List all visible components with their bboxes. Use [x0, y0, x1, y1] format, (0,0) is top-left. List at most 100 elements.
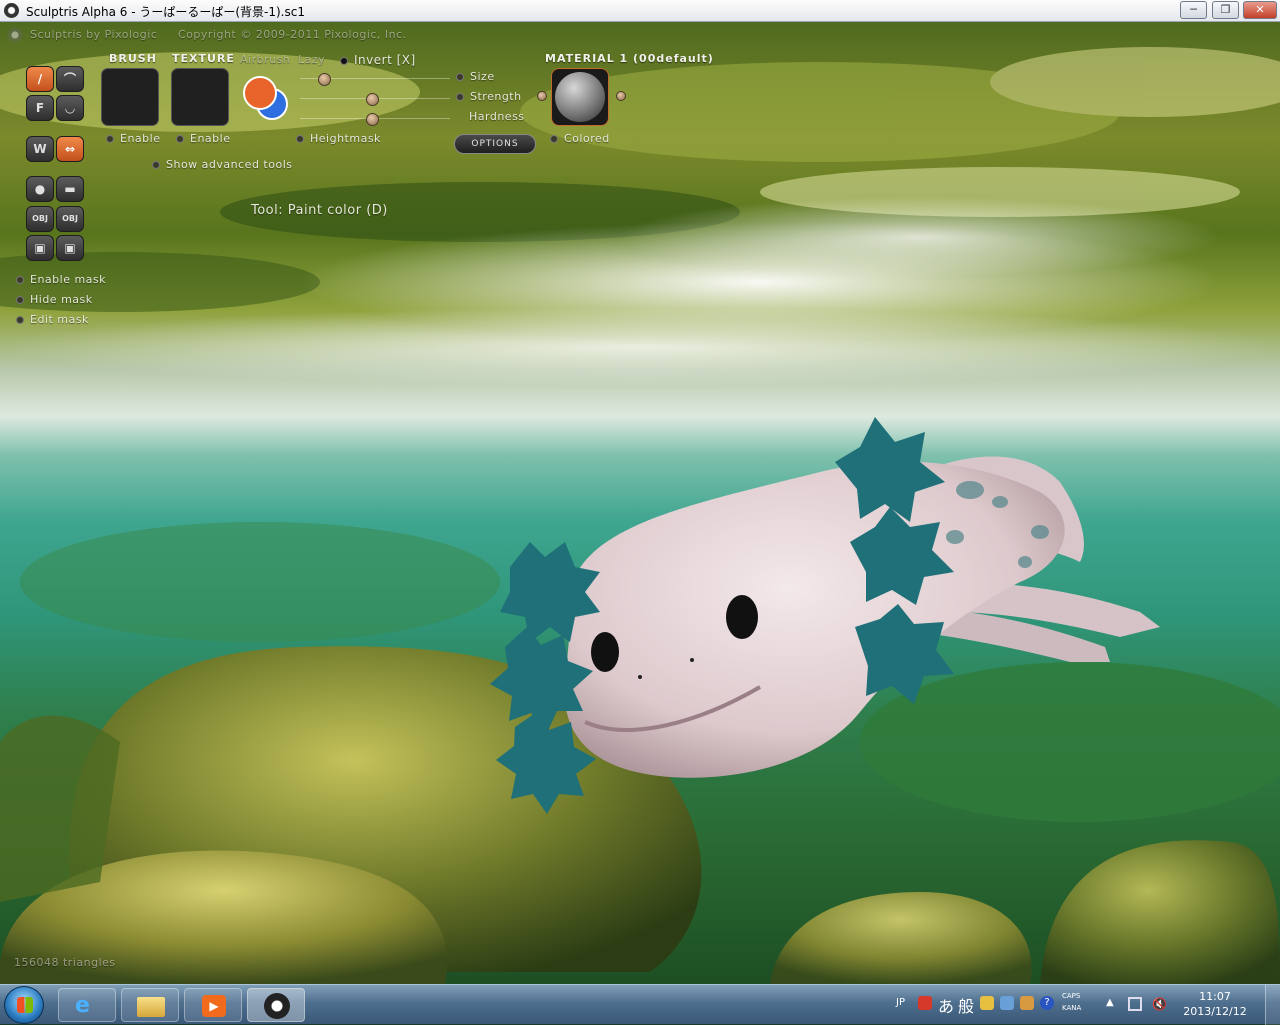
volume-muted-icon[interactable]: 🔇: [1152, 997, 1167, 1011]
ime-tools-icon[interactable]: [1020, 996, 1034, 1010]
folder-icon: [137, 997, 165, 1017]
minimize-button[interactable]: ─: [1180, 1, 1207, 19]
sculptris-app-icon: [4, 3, 19, 18]
media-player-icon: ▶: [202, 995, 226, 1017]
ime-mode-indicator[interactable]: あ: [938, 993, 954, 1017]
clock-time: 11:07: [1199, 990, 1231, 1003]
texture-slot[interactable]: [171, 68, 229, 126]
ime-input-icon[interactable]: [1000, 996, 1014, 1010]
show-advanced-tools-toggle[interactable]: Show advanced tools: [152, 158, 292, 171]
clock-date: 2013/12/12: [1183, 1005, 1247, 1018]
import-obj-button[interactable]: OBJ: [26, 206, 54, 232]
taskbar-file-explorer[interactable]: [121, 988, 179, 1022]
lazy-toggle[interactable]: Lazy: [298, 53, 325, 66]
wave-shape-icon: ◡: [65, 101, 75, 115]
internet-explorer-icon: e: [75, 993, 90, 1018]
crown-shape-icon: ⌒: [63, 72, 76, 86]
invert-toggle[interactable]: Invert [X]: [340, 53, 416, 67]
title-bar: Sculptris Alpha 6 - うーぱーるーぱー(背景-1).sc1 ─…: [0, 0, 1280, 22]
flatten-tool-button[interactable]: F: [26, 95, 54, 121]
plane-icon: ▬: [64, 182, 76, 196]
windows-logo-icon: [17, 997, 33, 1013]
radio-icon: [296, 135, 304, 143]
taskbar-sculptris[interactable]: [247, 988, 305, 1022]
sphere-tool-button[interactable]: ●: [26, 176, 54, 202]
close-button[interactable]: ✕: [1243, 1, 1277, 19]
brand-text: Sculptris by Pixologic: [30, 28, 158, 41]
triangle-count: 156048 triangles: [14, 956, 116, 969]
window-title: Sculptris Alpha 6 - うーぱーるーぱー(背景-1).sc1: [26, 5, 305, 19]
arrows-horizontal-icon: ⇔: [64, 142, 76, 156]
size-label: Size: [456, 70, 495, 83]
copyright-text: Copyright © 2009-2011 Pixologic, Inc.: [178, 28, 407, 41]
hardness-label: Hardness: [469, 110, 525, 123]
tool-status-text: Tool: Paint color (D): [251, 203, 388, 218]
sculptris-logo-icon: [6, 26, 24, 44]
sphere-icon: ●: [34, 182, 46, 196]
ime-tool-icon[interactable]: [918, 996, 932, 1010]
ime-dictionary-indicator[interactable]: 般: [958, 993, 974, 1017]
hide-mask-option[interactable]: Hide mask: [16, 293, 93, 306]
enable-mask-option[interactable]: Enable mask: [16, 273, 106, 286]
radio-icon: [550, 135, 558, 143]
open-file-button[interactable]: ▣: [26, 235, 54, 261]
kana-indicator: KANA: [1062, 1004, 1082, 1012]
heightmask-toggle[interactable]: Heightmask: [296, 132, 381, 145]
taskbar-media-player[interactable]: ▶: [184, 988, 242, 1022]
radio-icon: [176, 135, 184, 143]
zigzag-icon: W: [33, 142, 47, 156]
hardness-slider-knob[interactable]: [366, 113, 379, 126]
strength-label: Strength: [456, 90, 522, 103]
options-button[interactable]: OPTIONS: [454, 134, 536, 154]
caps-indicator: CAPS: [1062, 992, 1081, 1000]
sculptris-icon: [264, 993, 290, 1019]
symmetry-toggle-button[interactable]: ⇔: [56, 136, 84, 162]
colored-toggle[interactable]: Colored: [550, 132, 610, 145]
save-file-icon: ▣: [64, 241, 76, 255]
radio-icon: [456, 93, 464, 101]
size-slider-knob[interactable]: [318, 73, 331, 86]
brush-heading: BRUSH: [109, 52, 157, 65]
radio-icon: [16, 276, 24, 284]
texture-enable-toggle[interactable]: Enable: [176, 132, 230, 145]
brush-enable-toggle[interactable]: Enable: [106, 132, 160, 145]
network-icon[interactable]: [1128, 997, 1142, 1011]
start-button[interactable]: [4, 986, 44, 1024]
ime-pad-icon[interactable]: [980, 996, 994, 1010]
radio-icon: [16, 316, 24, 324]
brush-alpha-slot[interactable]: [101, 68, 159, 126]
airbrush-toggle[interactable]: Airbrush: [240, 53, 290, 66]
paint-brush-tool-button[interactable]: /: [26, 66, 54, 92]
maximize-button[interactable]: ❐: [1212, 1, 1239, 19]
inflate-tool-button[interactable]: ⌒: [56, 66, 84, 92]
material-right-handle[interactable]: [616, 91, 626, 101]
radio-icon: [106, 135, 114, 143]
plane-tool-button[interactable]: ▬: [56, 176, 84, 202]
taskbar-internet-explorer[interactable]: e: [58, 988, 116, 1022]
edit-mask-option[interactable]: Edit mask: [16, 313, 89, 326]
smooth-tool-button[interactable]: ◡: [56, 95, 84, 121]
open-file-icon: ▣: [34, 241, 46, 255]
radio-icon: [456, 73, 464, 81]
show-desktop-button[interactable]: [1265, 985, 1280, 1025]
texture-heading: TEXTURE: [172, 52, 235, 65]
save-file-button[interactable]: ▣: [56, 235, 84, 261]
material-sphere-icon: [555, 72, 605, 122]
primary-color-swatch[interactable]: [243, 76, 277, 110]
radio-icon: [340, 56, 348, 65]
material-preview-button[interactable]: [551, 68, 609, 126]
sculpt-viewport[interactable]: Sculptris by Pixologic Copyright © 2009-…: [0, 22, 1280, 984]
radio-icon: [16, 296, 24, 304]
material-left-handle[interactable]: [537, 91, 547, 101]
radio-icon: [152, 161, 160, 169]
export-obj-button[interactable]: OBJ: [56, 206, 84, 232]
language-indicator[interactable]: JP: [896, 997, 905, 1008]
brush-icon: /: [37, 72, 43, 86]
show-hidden-icons-icon[interactable]: ▲: [1106, 997, 1114, 1008]
zigzag-tool-button[interactable]: W: [26, 136, 54, 162]
system-clock[interactable]: 11:07 2013/12/12: [1180, 989, 1250, 1019]
help-icon[interactable]: ?: [1040, 996, 1054, 1010]
windows-taskbar: e ▶ JP あ 般 ? CAPS KANA ▲ 🔇 11:07 2013/12…: [0, 984, 1280, 1025]
strength-slider-knob[interactable]: [366, 93, 379, 106]
material-heading: MATERIAL 1 (00default): [545, 52, 714, 65]
